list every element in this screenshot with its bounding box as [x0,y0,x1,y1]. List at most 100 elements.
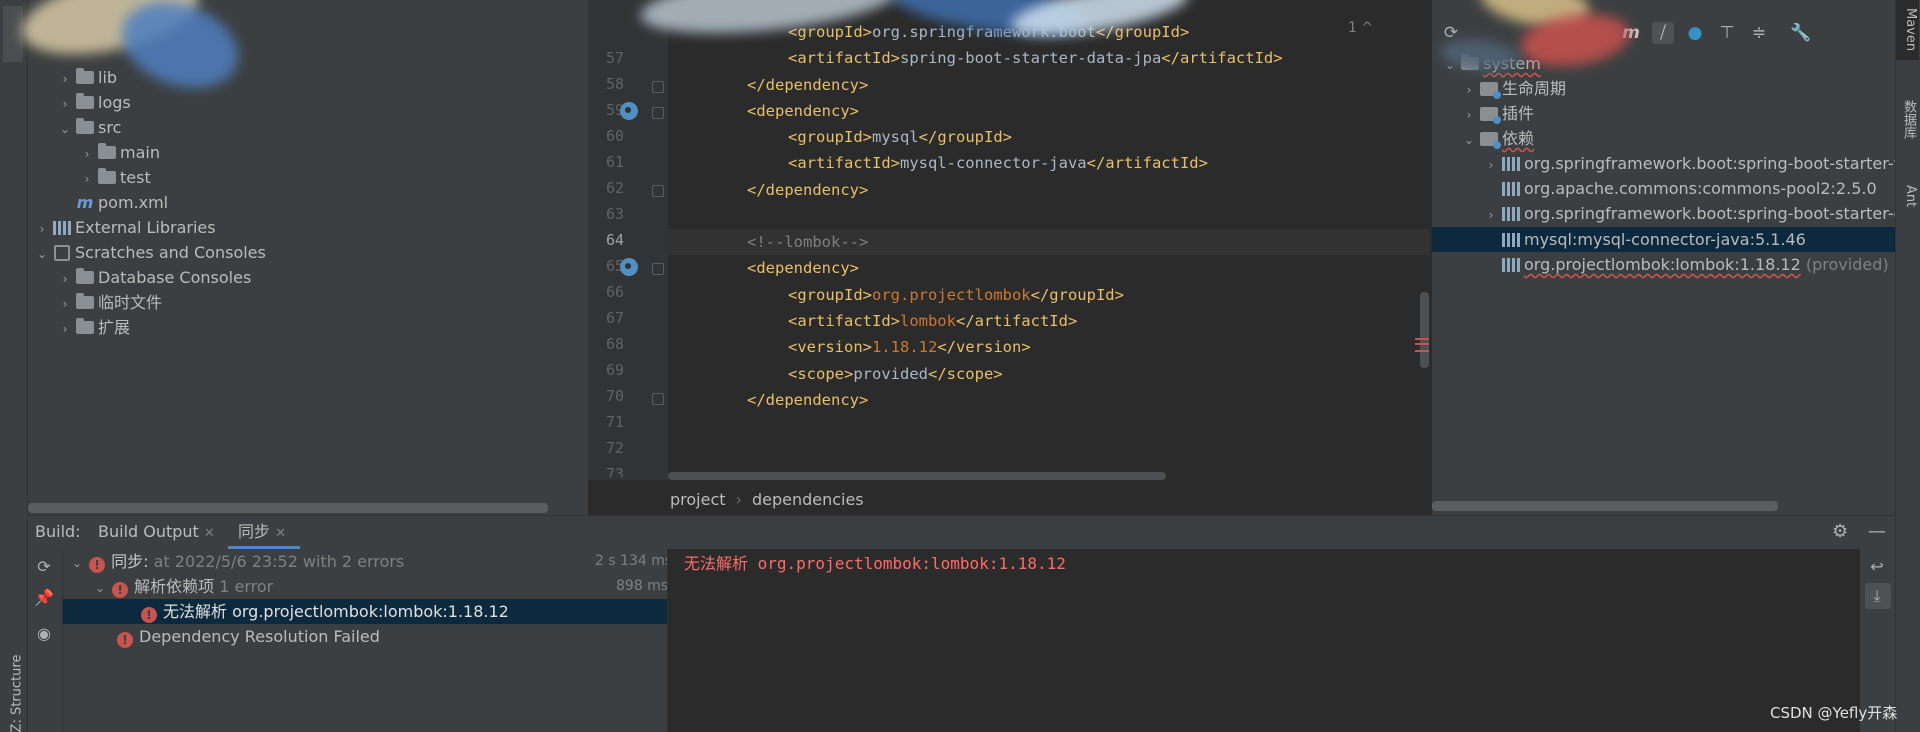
maven-horizontal-scrollbar[interactable] [1432,501,1778,511]
left-tool-stripe [0,0,28,732]
maven-dependency-gutter-icon[interactable] [620,102,638,120]
build-tool-header [28,515,1895,550]
settings-gear-icon[interactable]: ⚙ [1832,521,1848,542]
line-number: 69 [605,361,624,379]
build-title: Build: [35,522,81,541]
maven-dependency-item[interactable]: org.apache.commons:commons-pool2:2.5.0 [1498,176,1877,201]
eye-icon[interactable]: ◉ [34,624,54,644]
maven-dependency-item[interactable]: › org.springframework.boot:spring-boot-st… [1484,151,1917,176]
database-tool-tab[interactable]: 数据库 [1898,100,1918,139]
line-number: 67 [605,309,624,327]
code-line-66: <groupId>org.projectlombok</groupId> [788,286,1124,304]
tree-item-scratches[interactable]: ⌄ Scratches and Consoles [35,240,266,265]
tree-item-extensions[interactable]: › 扩展 [58,315,130,340]
line-number: 71 [605,413,624,431]
tree-item-logs[interactable]: › logs [58,90,131,115]
fold-marker-icon[interactable] [652,81,664,93]
fold-marker-icon[interactable] [652,107,664,119]
project-tool-tab[interactable] [3,6,23,62]
structure-tool-tab[interactable]: Z: Structure [2,655,24,732]
tree-item-pom[interactable]: m pom.xml [72,190,168,215]
soft-wrap-icon[interactable]: ↩ [1866,556,1888,578]
maven-dependency-gutter-icon[interactable] [620,258,638,276]
toggle-offline-icon[interactable]: ⧸ [1652,22,1674,44]
tree-item-src[interactable]: ⌄ src [58,115,121,140]
build-node-failed[interactable]: ! Dependency Resolution Failed [117,624,380,649]
error-icon: ! [117,632,133,648]
line-number: 66 [605,283,624,301]
project-horizontal-scrollbar[interactable] [28,503,548,513]
code-line-61: <artifactId>mysql-connector-java</artifa… [788,154,1208,172]
breadcrumb-item-dependencies[interactable]: dependencies [752,490,864,509]
console-error-text: 无法解析 org.projectlombok:lombok:1.18.12 [684,554,1066,573]
error-icon: ! [112,582,129,598]
collapse-all-icon[interactable]: ≑ [1748,22,1770,44]
tree-item-database-consoles[interactable]: › Database Consoles [58,265,251,290]
build-time: 2 s 134 ms [595,553,673,569]
wrench-icon[interactable]: 🔧 [1790,22,1812,44]
fold-marker-icon[interactable] [652,393,664,405]
tree-item-temp-files[interactable]: › 临时文件 [58,290,162,315]
folder-icon [98,143,116,159]
build-node-unresolved[interactable]: ! 无法解析 org.projectlombok:lombok:1.18.12 [141,599,509,624]
maven-plugins[interactable]: › 插件 [1462,101,1534,126]
line-number: 59 [605,101,624,119]
rerun-icon[interactable]: ⟳ [34,557,54,577]
folder-icon [76,118,94,134]
ant-tool-tab[interactable]: Ant [1898,185,1918,207]
error-stripe-marker[interactable] [1415,338,1429,352]
tree-item-external-libraries[interactable]: › External Libraries [35,215,216,240]
show-dependencies-icon[interactable]: ⊤ [1716,22,1738,44]
breadcrumb: project › dependencies [588,484,1430,515]
line-number: 68 [605,335,624,353]
code-line-64: <!--lombok--> [747,233,869,251]
tree-item-lib[interactable]: › lib [58,65,117,90]
code-line-67: <artifactId>lombok</artifactId> [788,312,1078,330]
line-number: 57 [605,49,624,67]
folder-icon [76,268,94,284]
fold-marker-icon[interactable] [652,263,664,275]
dependencies-folder-icon [1480,132,1501,149]
tree-item-test[interactable]: › test [80,165,151,190]
scroll-to-end-icon[interactable]: ⤓ [1866,585,1888,607]
error-icon: ! [141,607,157,623]
lifecycle-folder-icon [1480,82,1501,99]
close-icon[interactable]: ✕ [204,526,215,541]
maven-dependency-item[interactable]: mysql:mysql-connector-java:5.1.46 [1498,227,1806,252]
minimize-icon[interactable]: — [1868,521,1886,542]
line-number: 62 [605,179,624,197]
line-number: 58 [605,75,624,93]
maven-dependencies[interactable]: ⌄ 依赖 [1462,126,1534,151]
close-icon[interactable]: ✕ [275,526,286,541]
maven-file-icon: m [76,193,94,212]
code-line-58: </dependency> [747,76,869,94]
plugins-folder-icon [1480,107,1501,124]
fold-marker-icon[interactable] [652,185,664,197]
editor-horizontal-scrollbar[interactable] [668,472,1166,480]
code-line-70: </dependency> [747,391,869,409]
editor-vertical-scrollbar[interactable] [1420,292,1429,368]
maven-dependency-item[interactable]: › org.springframework.boot:spring-boot-st… [1484,201,1914,226]
error-counter[interactable]: 1 ^ [1348,20,1373,36]
line-number: 72 [605,439,624,457]
pin-icon[interactable]: 📌 [34,588,54,608]
library-icon [1502,233,1520,247]
scratch-icon [54,245,70,261]
breadcrumb-separator: › [735,490,742,509]
folder-icon [76,93,94,109]
maven-tool-tab[interactable]: Maven [1898,8,1918,51]
tab-sync[interactable]: 同步 ✕ [238,515,286,549]
code-line-68: <version>1.18.12</version> [788,338,1031,356]
skip-tests-icon[interactable]: ● [1684,22,1706,44]
build-node-sync[interactable]: ⌄ ! 同步: at 2022/5/6 23:52 with 2 errors [70,549,404,574]
line-number: 73 [605,465,624,477]
tab-build-output[interactable]: Build Output ✕ [98,515,215,549]
maven-lifecycle[interactable]: › 生命周期 [1462,76,1566,101]
build-node-resolve[interactable]: ⌄ ! 解析依赖项 1 error [93,574,273,599]
library-icon [1502,258,1520,272]
maven-dependency-item[interactable]: org.projectlombok:lombok:1.18.12 (provid… [1498,252,1889,277]
tree-item-main[interactable]: › main [80,140,160,165]
breadcrumb-item-project[interactable]: project [670,490,726,509]
line-number: 70 [605,387,624,405]
code-line-60: <groupId>mysql</groupId> [788,128,1012,146]
